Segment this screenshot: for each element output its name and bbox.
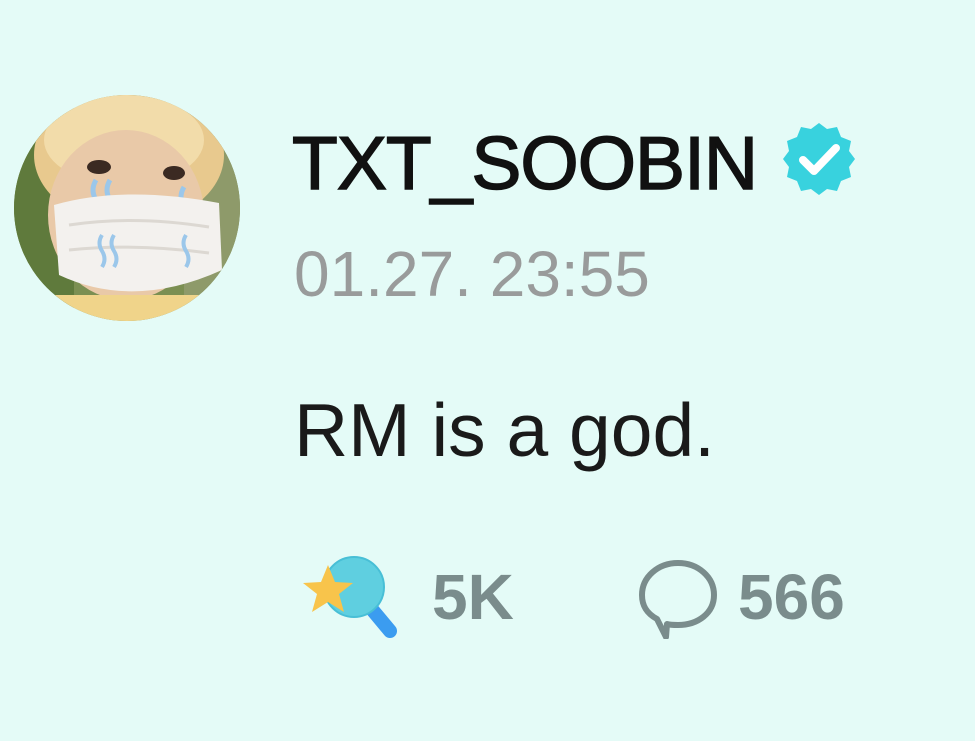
avatar[interactable] — [14, 95, 240, 321]
comment-button[interactable]: 566 — [636, 555, 845, 639]
post-content: RM is a god. — [294, 388, 715, 472]
like-button[interactable]: 5K — [298, 555, 514, 639]
post-header: TXT_SOOBIN — [291, 121, 859, 205]
post-stats: 5K 566 — [298, 555, 938, 639]
like-count: 5K — [432, 561, 514, 633]
verified-badge-icon — [783, 123, 856, 195]
post-card: TXT_SOOBIN 01.27. 23:55 RM is a god. 5K — [0, 0, 975, 741]
avatar-photo — [14, 95, 240, 321]
speech-bubble-icon — [639, 560, 717, 639]
star-search-icon — [303, 556, 397, 638]
comment-count: 566 — [738, 561, 845, 633]
post-timestamp: 01.27. 23:55 — [294, 238, 650, 310]
username-row: TXT_SOOBIN — [291, 121, 859, 205]
username[interactable]: TXT_SOOBIN — [291, 121, 759, 205]
